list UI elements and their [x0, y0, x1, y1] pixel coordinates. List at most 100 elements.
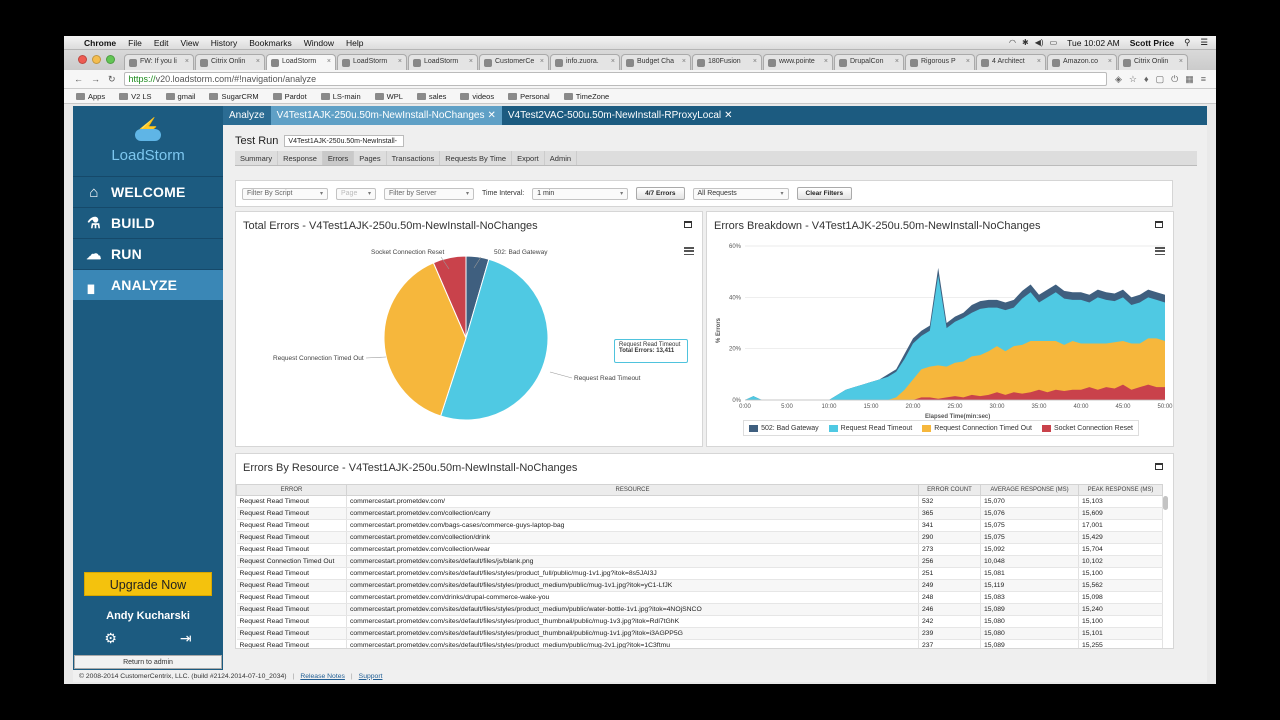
browser-tab[interactable]: 180Fusion ×	[692, 54, 762, 70]
list-icon[interactable]: ☰	[1200, 37, 1208, 48]
close-tab-icon[interactable]: ×	[1037, 58, 1041, 70]
table-row[interactable]: Request Read Timeout commercestart.promet…	[236, 531, 1163, 544]
close-tab-icon[interactable]: ✕	[724, 110, 732, 121]
close-tab-icon[interactable]: ×	[185, 58, 189, 70]
table-row[interactable]: Request Read Timeout commercestart.promet…	[236, 519, 1163, 532]
support-link[interactable]: Support	[359, 673, 383, 680]
nav-build[interactable]: ⚗ BUILD	[73, 207, 223, 238]
logout-icon[interactable]: ⇥	[180, 630, 192, 647]
menu-edit[interactable]: Edit	[154, 38, 169, 48]
browser-tab[interactable]: CustomerCe ×	[479, 54, 549, 70]
upgrade-button[interactable]: Upgrade Now	[84, 572, 212, 596]
browser-tab[interactable]: info.zuora. ×	[550, 54, 620, 70]
browser-tab[interactable]: Citrix Onlin ×	[195, 54, 265, 70]
volume-icon[interactable]: ◀)	[1035, 38, 1044, 47]
browser-tab[interactable]: 4 Architect ×	[976, 54, 1046, 70]
spotlight-icon[interactable]: ⚲	[1184, 37, 1190, 48]
menubar-user[interactable]: Scott Price	[1130, 38, 1174, 48]
table-row[interactable]: Request Read Timeout commercestart.promet…	[236, 615, 1163, 628]
maximize-icon[interactable]	[1155, 463, 1163, 470]
page-icon[interactable]: ▢	[1156, 74, 1165, 85]
bookmark-item[interactable]: V2 LS	[119, 92, 152, 101]
loadstorm-logo[interactable]: ⚡ LoadStorm	[73, 106, 223, 176]
table-row[interactable]: Request Read Timeout commercestart.promet…	[236, 591, 1163, 604]
table-row[interactable]: Request Read Timeout commercestart.promet…	[236, 627, 1163, 640]
page-filter-select[interactable]: Page ▾	[336, 187, 376, 200]
script-filter-select[interactable]: Filter By Script ▾	[242, 187, 328, 200]
menubar-clock[interactable]: Tue 10:02 AM	[1067, 38, 1120, 48]
table-row[interactable]: Request Read Timeout commercestart.promet…	[236, 543, 1163, 556]
maximize-icon[interactable]	[1155, 221, 1163, 228]
minimize-window-icon[interactable]	[92, 55, 101, 64]
chart-menu-icon[interactable]	[684, 247, 694, 255]
subtab-pages[interactable]: Pages	[354, 151, 387, 165]
tab-test2[interactable]: V4Test2VAC-500u.50m-NewInstall-RProxyLoc…	[502, 106, 739, 125]
close-tab-icon[interactable]: ×	[540, 58, 544, 70]
browser-tab[interactable]: LoadStorm ×	[337, 54, 407, 70]
legend-item[interactable]: 502: Bad Gateway	[749, 424, 819, 432]
close-tab-icon[interactable]: ×	[966, 58, 970, 70]
wifi-icon[interactable]: ◠	[1009, 38, 1016, 47]
calendar-icon[interactable]: ▦	[1185, 74, 1194, 85]
menu-help[interactable]: Help	[346, 38, 363, 48]
bookmark-item[interactable]: LS-main	[320, 92, 361, 101]
table-scrollbar[interactable]	[1163, 496, 1168, 510]
table-row[interactable]: Request Connection Timed Out commercestar…	[236, 555, 1163, 568]
browser-tab[interactable]: FW: If you li ×	[124, 54, 194, 70]
close-tab-icon[interactable]: ×	[327, 58, 331, 70]
nav-run[interactable]: ☁ RUN	[73, 238, 223, 269]
reload-icon[interactable]: ↻	[108, 74, 116, 85]
nav-analyze[interactable]: ▖ ANALYZE	[73, 269, 223, 300]
column-header[interactable]: PEAK RESPONSE (MS)	[1078, 484, 1163, 496]
requests-select[interactable]: All Requests ▾	[692, 187, 789, 200]
subtab-admin[interactable]: Admin	[545, 151, 578, 165]
close-tab-icon[interactable]: ×	[895, 58, 899, 70]
zoom-window-icon[interactable]	[106, 55, 115, 64]
browser-tab[interactable]: Rigorous P ×	[905, 54, 975, 70]
table-row[interactable]: Request Read Timeout commercestart.promet…	[236, 495, 1163, 508]
menu-chrome[interactable]: Chrome	[84, 38, 116, 48]
table-row[interactable]: Request Read Timeout commercestart.promet…	[236, 639, 1163, 648]
close-tab-icon[interactable]: ✕	[487, 110, 495, 121]
legend-item[interactable]: Request Connection Timed Out	[922, 424, 1032, 432]
tab-test1[interactable]: V4Test1AJK-250u.50m-NewInstall-NoChanges…	[270, 106, 502, 125]
close-tab-icon[interactable]: ×	[469, 58, 473, 70]
browser-tab[interactable]: LoadStorm ×	[266, 54, 336, 70]
menu-file[interactable]: File	[128, 38, 142, 48]
close-tab-icon[interactable]: ×	[256, 58, 260, 70]
browser-tab[interactable]: LoadStorm ×	[408, 54, 478, 70]
bookmark-item[interactable]: Apps	[76, 92, 105, 101]
legend-item[interactable]: Request Read Timeout	[828, 424, 912, 432]
close-window-icon[interactable]	[78, 55, 87, 64]
table-row[interactable]: Request Read Timeout commercestart.promet…	[236, 567, 1163, 580]
bluetooth-icon[interactable]: ✱	[1022, 38, 1029, 47]
browser-tab[interactable]: Budget Cha ×	[621, 54, 691, 70]
test-run-field[interactable]: V4Test1AJK-250u.50m-NewInstall-	[284, 135, 405, 147]
battery-icon[interactable]: ▭	[1050, 38, 1058, 47]
bookmark-item[interactable]: WPL	[374, 92, 403, 101]
subtab-summary[interactable]: Summary	[235, 151, 279, 165]
browser-tab[interactable]: www.pointe ×	[763, 54, 833, 70]
errors-filter-button[interactable]: 4/7 Errors	[636, 187, 685, 200]
star-icon[interactable]: ☆	[1129, 74, 1137, 85]
subtab-requests-by-time[interactable]: Requests By Time	[440, 151, 513, 165]
menu-bookmarks[interactable]: Bookmarks	[249, 38, 292, 48]
return-to-admin-button[interactable]: Return to admin	[74, 655, 222, 669]
settings-gear-icon[interactable]: ⚙	[104, 630, 117, 647]
bookmark-item[interactable]: sales	[416, 92, 446, 101]
browser-tab[interactable]: Amazon.co ×	[1047, 54, 1117, 70]
bookmark-item[interactable]: videos	[460, 92, 494, 101]
subtab-response[interactable]: Response	[278, 151, 323, 165]
back-icon[interactable]: ←	[74, 74, 83, 84]
interval-select[interactable]: 1 min ▾	[532, 187, 629, 200]
release-notes-link[interactable]: Release Notes	[300, 673, 345, 680]
bookmark-item[interactable]: gmail	[165, 92, 195, 101]
column-header[interactable]: ERROR COUNT	[918, 484, 981, 496]
shield-icon[interactable]: ◈	[1115, 74, 1122, 85]
evernote-icon[interactable]: ♦	[1144, 74, 1149, 85]
close-tab-icon[interactable]: ×	[611, 58, 615, 70]
column-header[interactable]: RESOURCE	[346, 484, 919, 496]
legend-item[interactable]: Socket Connection Reset	[1041, 424, 1133, 432]
url-field[interactable]: https:// v20.loadstorm.com/#!navigation/…	[123, 72, 1107, 86]
menu-icon[interactable]: ≡	[1201, 74, 1206, 85]
